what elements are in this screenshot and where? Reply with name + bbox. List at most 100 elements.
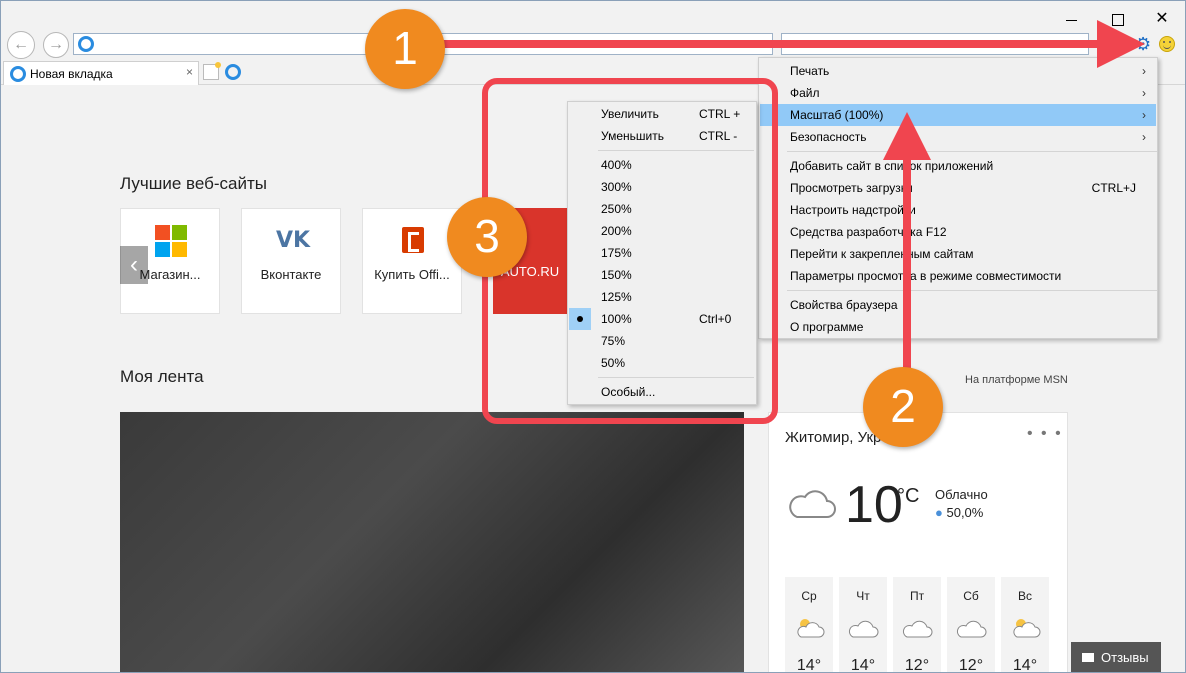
tab-close-icon[interactable]: × xyxy=(186,65,193,79)
ie-new-window-icon[interactable] xyxy=(225,64,241,80)
tab-new-tab[interactable]: Новая вкладка × xyxy=(3,61,199,85)
menu-item-label: Печать xyxy=(790,64,830,78)
feedback-smiley-icon[interactable] xyxy=(1159,36,1175,52)
zoom-level-label: 125% xyxy=(601,290,632,304)
forecast-day-name: Пт xyxy=(909,589,925,603)
search-input[interactable] xyxy=(781,33,1089,55)
chevron-right-icon: › xyxy=(1142,86,1146,100)
menu-item-pinned-sites[interactable]: Перейти к закрепленным сайтам xyxy=(760,243,1156,265)
back-button[interactable]: ← xyxy=(7,31,35,59)
feedback-button[interactable]: Отзывы xyxy=(1071,642,1161,672)
forecast-day: Ср 14° xyxy=(785,577,833,673)
close-window-button[interactable]: ✕ xyxy=(1151,9,1173,29)
tile-office[interactable]: Купить Offi... xyxy=(362,208,462,314)
forecast-day-name: Вс xyxy=(1017,589,1032,603)
annotation-badge-3: 3 xyxy=(447,197,527,277)
menu-item-addons[interactable]: Настроить надстройки xyxy=(760,199,1156,221)
menu-item-label: О программе xyxy=(790,320,864,334)
weather-card[interactable]: Житомир, Укр • • • 10 °C Облачно ● 50,0%… xyxy=(768,412,1068,673)
forward-button[interactable]: → xyxy=(43,32,69,58)
menu-item-label: Добавить сайт в список приложений xyxy=(790,159,994,173)
forecast-temp: 14° xyxy=(850,657,876,673)
weather-temperature: 10 xyxy=(845,476,903,534)
zoom-level-item[interactable]: 250% xyxy=(569,198,755,220)
menu-item-downloads[interactable]: Просмотреть загрузки CTRL+J xyxy=(760,177,1156,199)
zoom-custom-item[interactable]: Особый... xyxy=(569,381,755,403)
forecast-temp: 12° xyxy=(904,657,930,673)
zoom-in-item[interactable]: Увеличить CTRL + xyxy=(569,103,755,125)
zoom-level-label: 250% xyxy=(601,202,632,216)
zoom-level-label: 400% xyxy=(601,158,632,172)
zoom-out-item[interactable]: Уменьшить CTRL - xyxy=(569,125,755,147)
zoom-level-label: 300% xyxy=(601,180,632,194)
weather-unit: °C xyxy=(897,485,920,507)
forecast-day-name: Чт xyxy=(856,589,870,603)
drop-icon: ● xyxy=(935,505,943,520)
zoom-level-item[interactable]: 175% xyxy=(569,242,755,264)
prev-news-button[interactable]: ‹ xyxy=(120,246,148,284)
chevron-right-icon: › xyxy=(1142,108,1146,122)
msn-provider-label: На платформе MSN xyxy=(965,374,1068,386)
cloud-icon xyxy=(789,490,836,518)
windows-store-icon xyxy=(155,225,187,257)
zoom-level-item[interactable]: 125% xyxy=(569,286,755,308)
menu-item-add-site[interactable]: Добавить сайт в список приложений xyxy=(760,155,1156,177)
zoom-level-item[interactable]: 50% xyxy=(569,352,755,374)
menu-separator xyxy=(598,377,754,378)
gear-icon[interactable]: ⚙ xyxy=(1135,35,1153,53)
cloud-icon xyxy=(848,620,879,638)
zoom-level-item[interactable]: 400% xyxy=(569,154,755,176)
menu-shortcut: Ctrl+0 xyxy=(699,312,732,326)
menu-item-internet-options[interactable]: Свойства браузера xyxy=(760,294,1156,316)
menu-item-about[interactable]: О программе xyxy=(760,316,1156,338)
menu-item-label: Уменьшить xyxy=(601,129,664,143)
weather-city: Житомир, Укр xyxy=(785,429,882,446)
annotation-badge-1: 1 xyxy=(365,9,445,89)
more-options-icon[interactable]: • • • xyxy=(1027,425,1063,443)
menu-shortcut: CTRL+J xyxy=(1091,181,1136,195)
zoom-submenu: Увеличить CTRL + Уменьшить CTRL - 400% 300… xyxy=(567,101,757,405)
menu-item-label: Увеличить xyxy=(601,107,659,121)
menu-item-devtools[interactable]: Средства разработчика F12 xyxy=(760,221,1156,243)
menu-item-label: Свойства браузера xyxy=(790,298,898,312)
menu-item-zoom[interactable]: Масштаб (100%) › xyxy=(760,104,1156,126)
menu-item-label: Средства разработчика F12 xyxy=(790,225,947,239)
forecast-day-name: Ср xyxy=(801,589,817,603)
menu-item-label: Параметры просмотра в режиме совместимос… xyxy=(790,269,1062,283)
feed-title: Моя лента xyxy=(120,367,204,386)
menu-item-safety[interactable]: Безопасность › xyxy=(760,126,1156,148)
menu-item-label: Особый... xyxy=(601,385,656,399)
tile-label: Вконтакте xyxy=(260,267,322,282)
menu-item-print[interactable]: Печать › xyxy=(760,60,1156,82)
zoom-level-item[interactable]: 150% xyxy=(569,264,755,286)
browser-window: ✕ ← → ⚙ Новая вкладка × Лучшие веб-сайты… xyxy=(0,0,1186,673)
menu-separator xyxy=(787,290,1157,291)
menu-item-label: Перейти к закрепленным сайтам xyxy=(790,247,974,261)
forecast-temp: 14° xyxy=(796,657,822,673)
zoom-level-label: 175% xyxy=(601,246,632,260)
cloud-icon xyxy=(902,620,933,638)
tab-label: Новая вкладка xyxy=(30,67,113,81)
menu-item-label: Безопасность xyxy=(790,130,867,144)
zoom-level-label: 200% xyxy=(601,224,632,238)
zoom-level-item[interactable]: 75% xyxy=(569,330,755,352)
ie-icon xyxy=(78,36,94,52)
menu-item-compat-view[interactable]: Параметры просмотра в режиме совместимос… xyxy=(760,265,1156,287)
menu-item-file[interactable]: Файл › xyxy=(760,82,1156,104)
minimize-button[interactable] xyxy=(1061,9,1083,29)
forecast-temp: 14° xyxy=(1012,657,1038,673)
weather-humidity: ● 50,0% xyxy=(935,505,983,520)
humidity-value: 50,0% xyxy=(946,505,984,520)
maximize-button[interactable] xyxy=(1107,9,1129,29)
partly-sunny-icon xyxy=(1013,619,1041,638)
news-photo[interactable] xyxy=(120,412,744,672)
zoom-level-item[interactable]: 300% xyxy=(569,176,755,198)
office-icon xyxy=(402,227,424,253)
zoom-level-item[interactable]: 200% xyxy=(569,220,755,242)
zoom-level-item-selected[interactable]: 100% Ctrl+0 xyxy=(569,308,755,330)
menu-item-label: Просмотреть загрузки xyxy=(790,181,913,195)
new-tab-icon[interactable] xyxy=(203,62,221,80)
menu-item-label: Масштаб (100%) xyxy=(790,108,884,122)
zoom-level-label: 150% xyxy=(601,268,632,282)
tile-vkontakte[interactable]: VK Вконтакте xyxy=(241,208,341,314)
